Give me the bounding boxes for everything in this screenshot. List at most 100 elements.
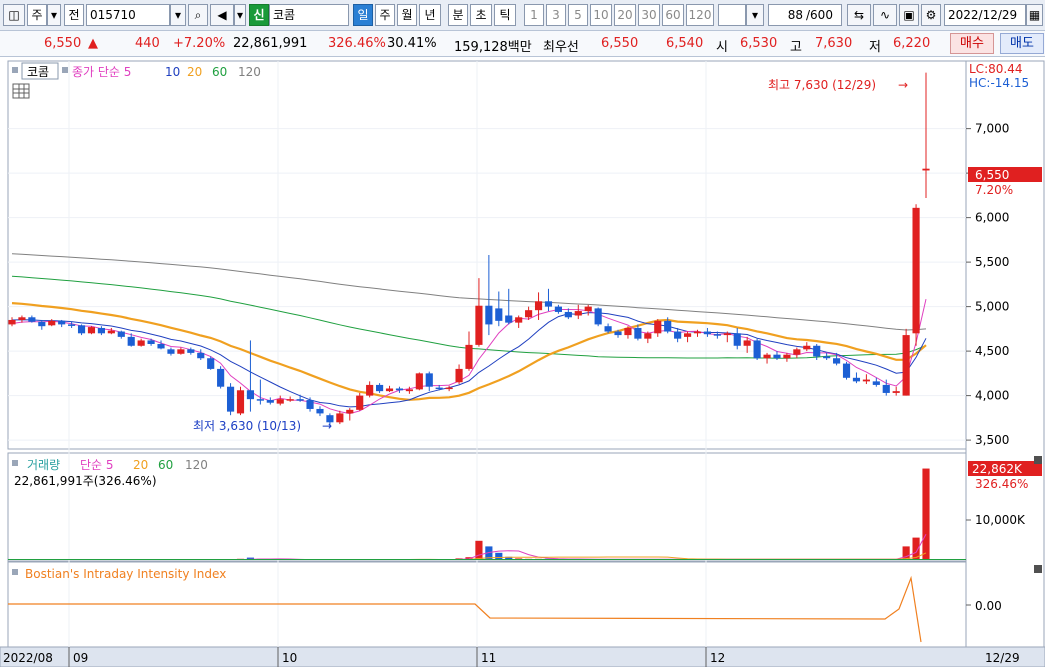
period-minute[interactable]: 분 [448,4,468,26]
period-month[interactable]: 월 [397,4,417,26]
candle-body [266,400,274,403]
speaker-icon[interactable]: ◀ [210,4,234,26]
candle-body [515,317,523,323]
period-second[interactable]: 초 [470,4,492,26]
volume: 22,861,991 [233,36,308,51]
low-price: 6,220 [893,36,931,51]
candle-body [38,321,46,327]
candle-body [147,340,155,344]
candle-body [356,395,364,410]
turnover-rate: 30.41% [387,36,437,51]
candle-body [683,333,692,337]
stock-name-field[interactable]: 코콤 [269,4,349,26]
period-day[interactable]: 일 [353,4,373,26]
x-label-dec: 12 [710,651,725,665]
volume-bar [495,552,503,560]
candle-body [922,168,930,171]
candle-body [534,301,543,311]
period-year[interactable]: 년 [419,4,441,26]
stock-code-input[interactable]: 015710 [86,4,170,26]
chart-menu-icon[interactable]: ◫ [3,4,25,26]
interval-10[interactable]: 10 [590,4,612,26]
open-price: 6,530 [740,36,778,51]
candle-body [217,368,225,387]
candle-body [246,390,255,400]
interval-1[interactable]: 1 [524,4,544,26]
interval-60[interactable]: 60 [662,4,684,26]
interval-30[interactable]: 30 [638,4,660,26]
open-label: 시 [716,40,728,55]
candle-body [68,324,76,326]
candle-body [813,345,821,357]
candle-body [614,331,622,336]
candle-body [465,344,473,369]
chevron-down-icon[interactable]: ▾ [170,4,186,26]
panel-marker-icon [12,569,18,575]
panel-close-icon[interactable] [1034,456,1042,464]
interval-5[interactable]: 5 [568,4,588,26]
candle-body [604,326,612,332]
current-volume-pct: 326.46% [975,477,1028,491]
candle-body [664,320,672,332]
all-toggle[interactable]: 전 [64,4,84,26]
period-week[interactable]: 주 [375,4,395,26]
x-label-nov: 11 [481,651,496,665]
best-quote-label: 최우선 [543,40,579,55]
interval-20[interactable]: 20 [614,4,636,26]
table-icon[interactable] [12,83,30,99]
chevron-down-icon[interactable]: ▾ [746,4,764,26]
candle-body [564,311,572,318]
market-selector[interactable]: 주 [27,4,47,26]
candle-body [395,388,404,391]
candle-body [336,413,344,423]
buy-button[interactable]: 매수 [950,33,994,54]
chevron-down-icon[interactable]: ▾ [234,4,246,26]
candle-body [495,308,503,321]
chevron-down-icon[interactable]: ▾ [47,4,61,26]
price-change: 440 [135,36,160,51]
line-tool-icon[interactable]: ∿ [873,4,897,26]
candle-body [862,379,870,382]
candle-body [902,335,910,396]
volume-tick-label: 10,000K [975,513,1026,527]
x-label-end: 12/29 [985,651,1020,665]
x-label-oct: 10 [282,651,297,665]
ma5-label: 종가 단순 5 [72,65,131,79]
panel-close-icon[interactable] [1034,565,1042,573]
candle-body [415,373,423,390]
panel-marker-icon [62,67,68,73]
candle-body [306,400,314,409]
candle-body [77,325,86,334]
candle-body [703,331,712,335]
candle-body [892,391,900,393]
period-tick[interactable]: 틱 [494,4,516,26]
sell-button[interactable]: 매도 [1000,33,1044,54]
price-tick-label: 5,000 [975,300,1009,314]
date-field[interactable]: 2022/12/29 [944,4,1026,26]
volume-ratio: 326.46% [328,36,386,51]
bar-count-input[interactable]: 88 [768,4,806,26]
candle-body [117,331,125,337]
ma60-label: 60 [212,65,227,79]
interval-3[interactable]: 3 [546,4,566,26]
custom-interval-field[interactable] [718,4,746,26]
candle-body [18,317,26,320]
candle-body [187,349,195,353]
volume-bar [475,540,483,560]
zoom-icon[interactable]: ⇆ [847,4,871,26]
candle-body [366,384,374,396]
price-panel[interactable] [7,60,967,450]
candle-body [376,384,384,392]
save-icon[interactable]: ▣ [899,4,919,26]
calendar-icon[interactable]: ▦ [1026,4,1043,26]
low-annotation: 최저 3,630 (10/13) [193,419,301,433]
gear-icon[interactable]: ⚙ [921,4,941,26]
candle-body [107,330,115,334]
candle-body [594,308,602,325]
candle-body [87,327,96,334]
volume-panel[interactable] [7,452,967,562]
search-icon[interactable]: ⌕ [188,4,208,26]
panel-marker-icon [12,460,18,466]
interval-120[interactable]: 120 [686,4,714,26]
chart-area[interactable]: 코콤 종가 단순 5 10 20 60 120 최고 7,630 (12/29)… [0,57,1045,667]
